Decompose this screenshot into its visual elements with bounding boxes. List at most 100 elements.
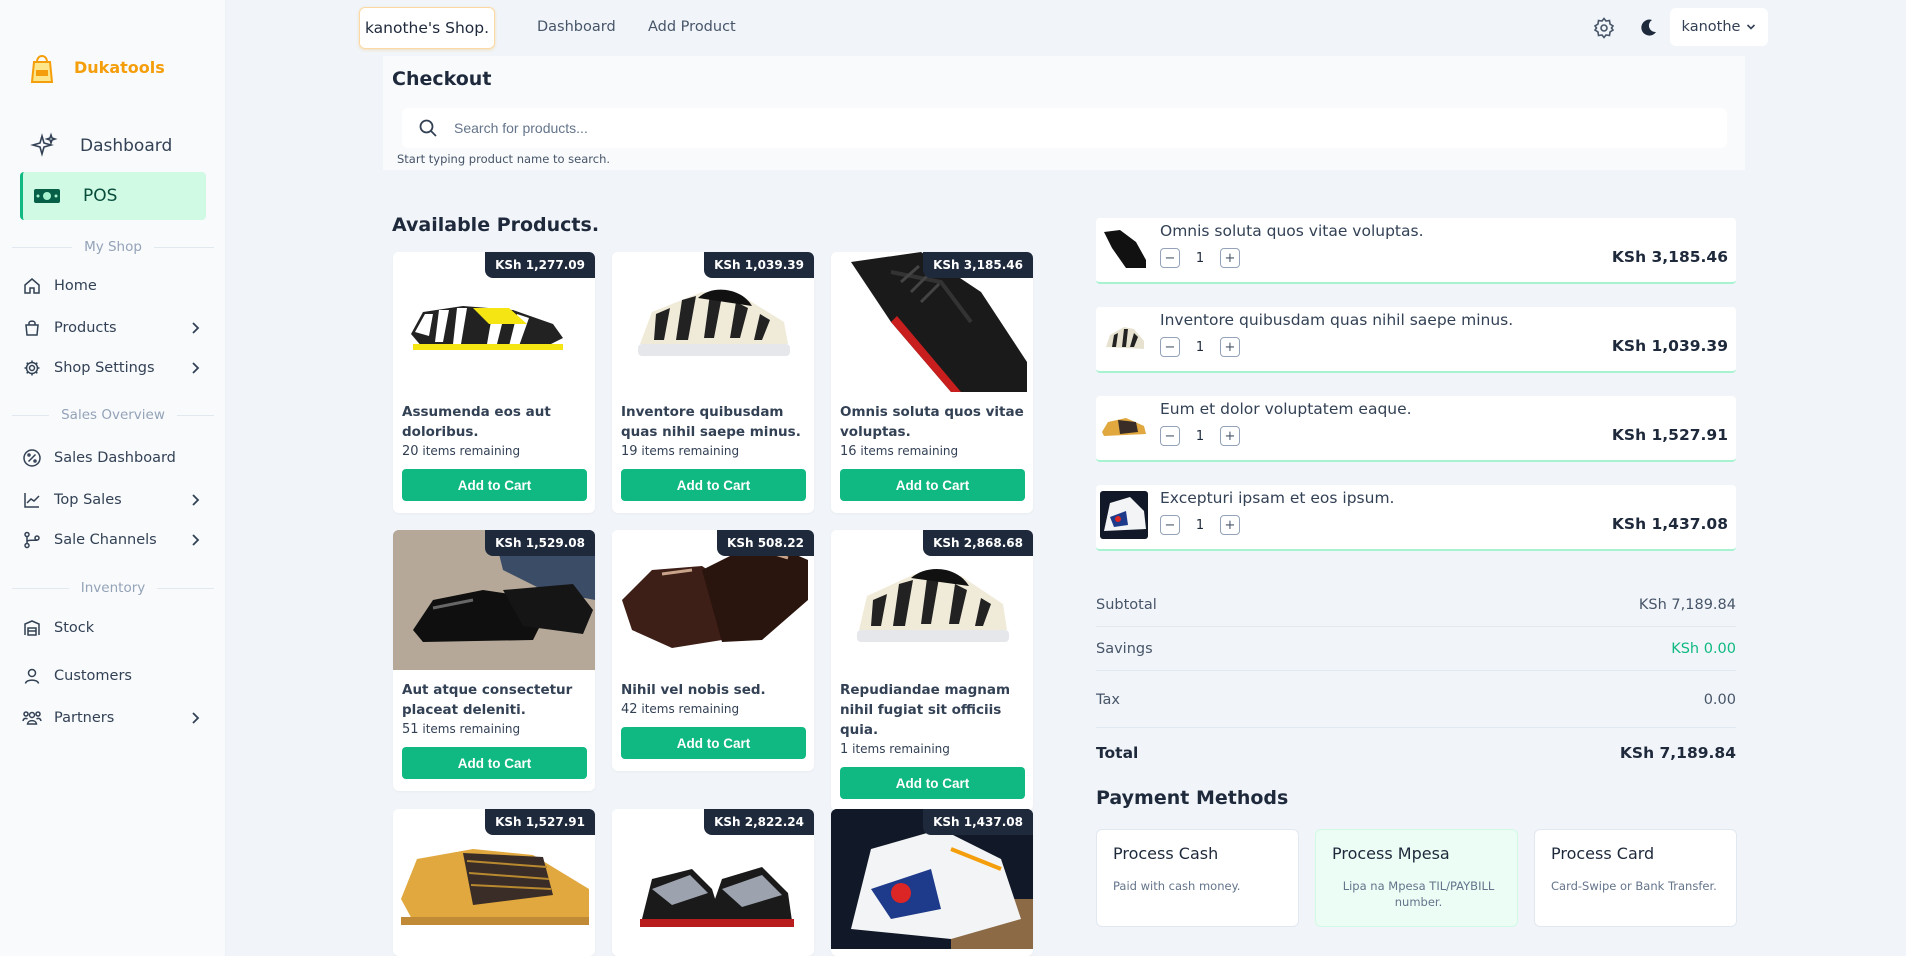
duka-logo-icon	[26, 50, 58, 84]
search-hint: Start typing product name to search.	[397, 152, 611, 166]
price-tag: KSh 3,185.46	[923, 252, 1033, 278]
decrease-quantity-button[interactable]: −	[1160, 248, 1180, 268]
user-menu-button[interactable]: kanothe	[1670, 8, 1768, 46]
chevron-right-icon	[188, 321, 202, 335]
git-branch-icon	[22, 530, 42, 550]
add-to-cart-button[interactable]: Add to Cart	[840, 767, 1025, 799]
total-row: Total KSh 7,189.84	[1096, 731, 1736, 775]
quantity-value: 1	[1195, 339, 1205, 355]
sidebar-item-sale-channels[interactable]: Sale Channels	[22, 528, 202, 552]
sidebar-item-label: Top Sales	[54, 492, 122, 508]
brand[interactable]: Dukatools	[26, 50, 165, 84]
add-to-cart-button[interactable]: Add to Cart	[402, 747, 587, 779]
sidebar-item-pos[interactable]: POS	[20, 172, 206, 220]
sidebar-item-label: POS	[83, 186, 118, 206]
stock-remaining: 20 items remaining	[402, 444, 521, 459]
product-name: Omnis soluta quos vitae voluptas.	[840, 404, 1024, 440]
sidebar-item-home[interactable]: Home	[22, 274, 202, 298]
decrease-quantity-button[interactable]: −	[1160, 515, 1180, 535]
increase-quantity-button[interactable]: +	[1220, 248, 1240, 268]
product-search-box[interactable]	[402, 108, 1727, 148]
product-card: KSh 1,039.39 Inventore quibusdam quas ni…	[612, 252, 814, 513]
product-image[interactable]: KSh 1,277.09	[393, 252, 595, 392]
add-to-cart-button[interactable]: Add to Cart	[621, 469, 806, 501]
subtotal-row: Subtotal KSh 7,189.84	[1096, 583, 1736, 627]
product-name: Inventore quibusdam quas nihil saepe min…	[621, 404, 801, 440]
search-input[interactable]	[454, 120, 1654, 136]
sidebar-item-label: Home	[54, 278, 97, 294]
product-image[interactable]: KSh 508.22	[612, 530, 814, 670]
add-to-cart-button[interactable]: Add to Cart	[402, 469, 587, 501]
user-icon	[22, 666, 42, 686]
product-image[interactable]: KSh 2,868.68	[831, 530, 1033, 670]
process-cash-button[interactable]: Process Cash Paid with cash money.	[1096, 829, 1299, 927]
cart-item-price: KSh 1,039.39	[1611, 337, 1728, 355]
sidebar-item-stock[interactable]: Stock	[22, 616, 202, 640]
product-card: KSh 1,277.09 Assumenda eos aut doloribus…	[393, 252, 595, 513]
brand-name: Dukatools	[74, 57, 165, 77]
savings-row: Savings KSh 0.00	[1096, 627, 1736, 671]
stock-remaining: 19 items remaining	[621, 444, 740, 459]
payment-title: Process Mpesa	[1332, 844, 1450, 863]
sidebar-item-customers[interactable]: Customers	[22, 664, 202, 688]
product-image[interactable]: KSh 2,822.24	[612, 809, 814, 949]
increase-quantity-button[interactable]: +	[1220, 515, 1240, 535]
percent-badge-icon	[22, 448, 42, 468]
quantity-value: 1	[1195, 250, 1205, 266]
sidebar-item-products[interactable]: Products	[22, 316, 202, 340]
process-mpesa-button[interactable]: Process Mpesa Lipa na Mpesa TIL/PAYBILL …	[1315, 829, 1518, 927]
payment-methods-title: Payment Methods	[1096, 787, 1289, 809]
gear-icon	[22, 358, 42, 378]
sidebar-item-shop-settings[interactable]: Shop Settings	[22, 356, 202, 380]
settings-gear-icon[interactable]	[1592, 16, 1616, 40]
available-products-title: Available Products.	[392, 214, 600, 236]
chevron-right-icon	[188, 533, 202, 547]
product-card: KSh 2,868.68 Repudiandae magnam nihil fu…	[831, 530, 1033, 811]
payment-title: Process Card	[1551, 844, 1655, 863]
search-icon	[416, 116, 440, 140]
product-image[interactable]: KSh 3,185.46	[831, 252, 1033, 392]
cart-item: Excepturi ipsam et eos ipsum. − 1 + KSh …	[1096, 485, 1736, 551]
cart-item-price: KSh 1,437.08	[1611, 515, 1728, 533]
increase-quantity-button[interactable]: +	[1220, 337, 1240, 357]
payment-description: Lipa na Mpesa TIL/PAYBILL number.	[1342, 879, 1495, 909]
sidebar-item-sales-dashboard[interactable]: Sales Dashboard	[22, 446, 202, 470]
increase-quantity-button[interactable]: +	[1220, 426, 1240, 446]
checkout-panel: Checkout Start typing product name to se…	[383, 56, 1745, 170]
sidebar-item-label: Products	[54, 320, 117, 336]
chevron-right-icon	[188, 711, 202, 725]
stock-remaining: 51 items remaining	[402, 722, 521, 737]
cart-item-name: Eum et dolor voluptatem eaque.	[1160, 400, 1412, 418]
payment-description: Paid with cash money.	[1113, 879, 1241, 893]
subtotal-value: KSh 7,189.84	[1638, 596, 1736, 613]
moon-icon[interactable]	[1636, 16, 1660, 40]
price-tag: KSh 1,039.39	[704, 252, 814, 278]
process-card-button[interactable]: Process Card Card-Swipe or Bank Transfer…	[1534, 829, 1737, 927]
price-tag: KSh 2,868.68	[923, 530, 1033, 556]
shop-switcher-button[interactable]: kanothe's Shop.	[359, 7, 495, 49]
add-to-cart-button[interactable]: Add to Cart	[621, 727, 806, 759]
sidebar: Dukatools Dashboard POS My Shop Home Pro…	[0, 0, 226, 956]
product-image[interactable]: KSh 1,527.91	[393, 809, 595, 949]
product-image[interactable]: KSh 1,039.39	[612, 252, 814, 392]
product-image[interactable]: KSh 1,437.08	[831, 809, 1033, 949]
product-image[interactable]: KSh 1,529.08	[393, 530, 595, 670]
sidebar-item-top-sales[interactable]: Top Sales	[22, 488, 202, 512]
payment-title: Process Cash	[1113, 844, 1219, 863]
add-to-cart-button[interactable]: Add to Cart	[840, 469, 1025, 501]
decrease-quantity-button[interactable]: −	[1160, 426, 1180, 446]
quantity-stepper: − 1 +	[1160, 426, 1240, 446]
section-sales-overview: Sales Overview	[12, 406, 214, 424]
quantity-stepper: − 1 +	[1160, 515, 1240, 535]
sidebar-item-dashboard[interactable]: Dashboard	[20, 122, 206, 170]
cart-item-price: KSh 3,185.46	[1611, 248, 1728, 266]
cart-item-name: Inventore quibusdam quas nihil saepe min…	[1160, 311, 1514, 329]
sidebar-item-partners[interactable]: Partners	[22, 706, 202, 730]
payment-description: Card-Swipe or Bank Transfer.	[1551, 879, 1717, 893]
total-value: KSh 7,189.84	[1619, 744, 1736, 762]
nav-link-add-product[interactable]: Add Product	[648, 19, 736, 35]
decrease-quantity-button[interactable]: −	[1160, 337, 1180, 357]
nav-link-dashboard[interactable]: Dashboard	[537, 19, 616, 35]
sidebar-item-label: Sale Channels	[54, 532, 157, 548]
price-tag: KSh 1,529.08	[485, 530, 595, 556]
